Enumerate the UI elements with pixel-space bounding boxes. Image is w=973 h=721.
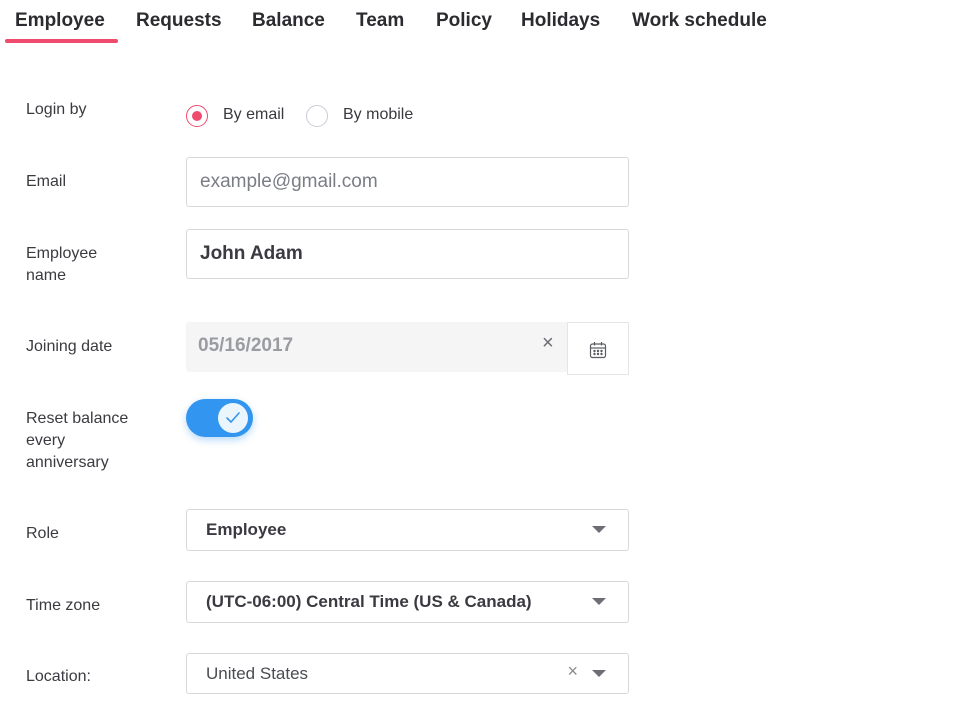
login-by-email-label[interactable]: By email [223, 106, 284, 124]
reset-balance-toggle[interactable] [186, 399, 253, 437]
location-select[interactable]: United States × [186, 653, 629, 694]
active-tab-indicator [5, 39, 118, 43]
tab-policy[interactable]: Policy [436, 10, 492, 32]
email-field[interactable]: example@gmail.com [186, 157, 629, 207]
calendar-icon [589, 342, 607, 359]
calendar-button[interactable] [567, 322, 629, 375]
email-placeholder: example@gmail.com [200, 171, 378, 192]
tab-team[interactable]: Team [356, 10, 404, 32]
employee-name-field[interactable]: John Adam [186, 229, 629, 279]
employee-name-label: Employee name [26, 243, 97, 287]
time-zone-select[interactable]: (UTC-06:00) Central Time (US & Canada) [186, 581, 629, 623]
chevron-down-icon [592, 526, 606, 533]
role-label: Role [26, 525, 59, 542]
tab-work-schedule[interactable]: Work schedule [632, 10, 767, 32]
reset-balance-label-line1: Reset balance [26, 410, 129, 427]
login-by-email-radio[interactable] [186, 105, 208, 127]
joining-date-field[interactable]: 05/16/2017 × [186, 322, 567, 372]
employee-name-value: John Adam [200, 243, 303, 264]
chevron-down-icon [592, 598, 606, 605]
tab-balance[interactable]: Balance [252, 10, 325, 32]
joining-date-label: Joining date [26, 338, 113, 355]
tab-requests[interactable]: Requests [136, 10, 222, 32]
employee-name-label-line1: Employee [26, 245, 98, 262]
location-label: Location: [26, 668, 91, 685]
tab-bar: Employee Requests Balance Team Policy Ho… [0, 0, 973, 48]
login-by-mobile-radio[interactable] [306, 105, 328, 127]
check-icon [226, 412, 240, 423]
chevron-down-icon [592, 670, 606, 677]
toggle-knob [218, 403, 248, 433]
reset-balance-label: Reset balance every anniversary [26, 408, 128, 474]
login-by-label: Login by [26, 101, 87, 118]
role-value: Employee [206, 520, 287, 539]
clear-location-icon[interactable]: × [567, 661, 578, 682]
time-zone-label: Time zone [26, 597, 101, 614]
reset-balance-label-line2: every [26, 432, 66, 449]
role-select[interactable]: Employee [186, 509, 629, 551]
joining-date-value: 05/16/2017 [198, 335, 294, 356]
time-zone-value: (UTC-06:00) Central Time (US & Canada) [206, 592, 532, 611]
location-value: United States [206, 664, 309, 683]
login-by-mobile-label[interactable]: By mobile [343, 106, 413, 124]
email-label: Email [26, 173, 67, 190]
reset-balance-label-line3: anniversary [26, 454, 109, 471]
tab-employee[interactable]: Employee [15, 10, 105, 32]
clear-date-icon[interactable]: × [542, 332, 554, 355]
tab-holidays[interactable]: Holidays [521, 10, 600, 32]
employee-name-label-line2: name [26, 267, 67, 284]
